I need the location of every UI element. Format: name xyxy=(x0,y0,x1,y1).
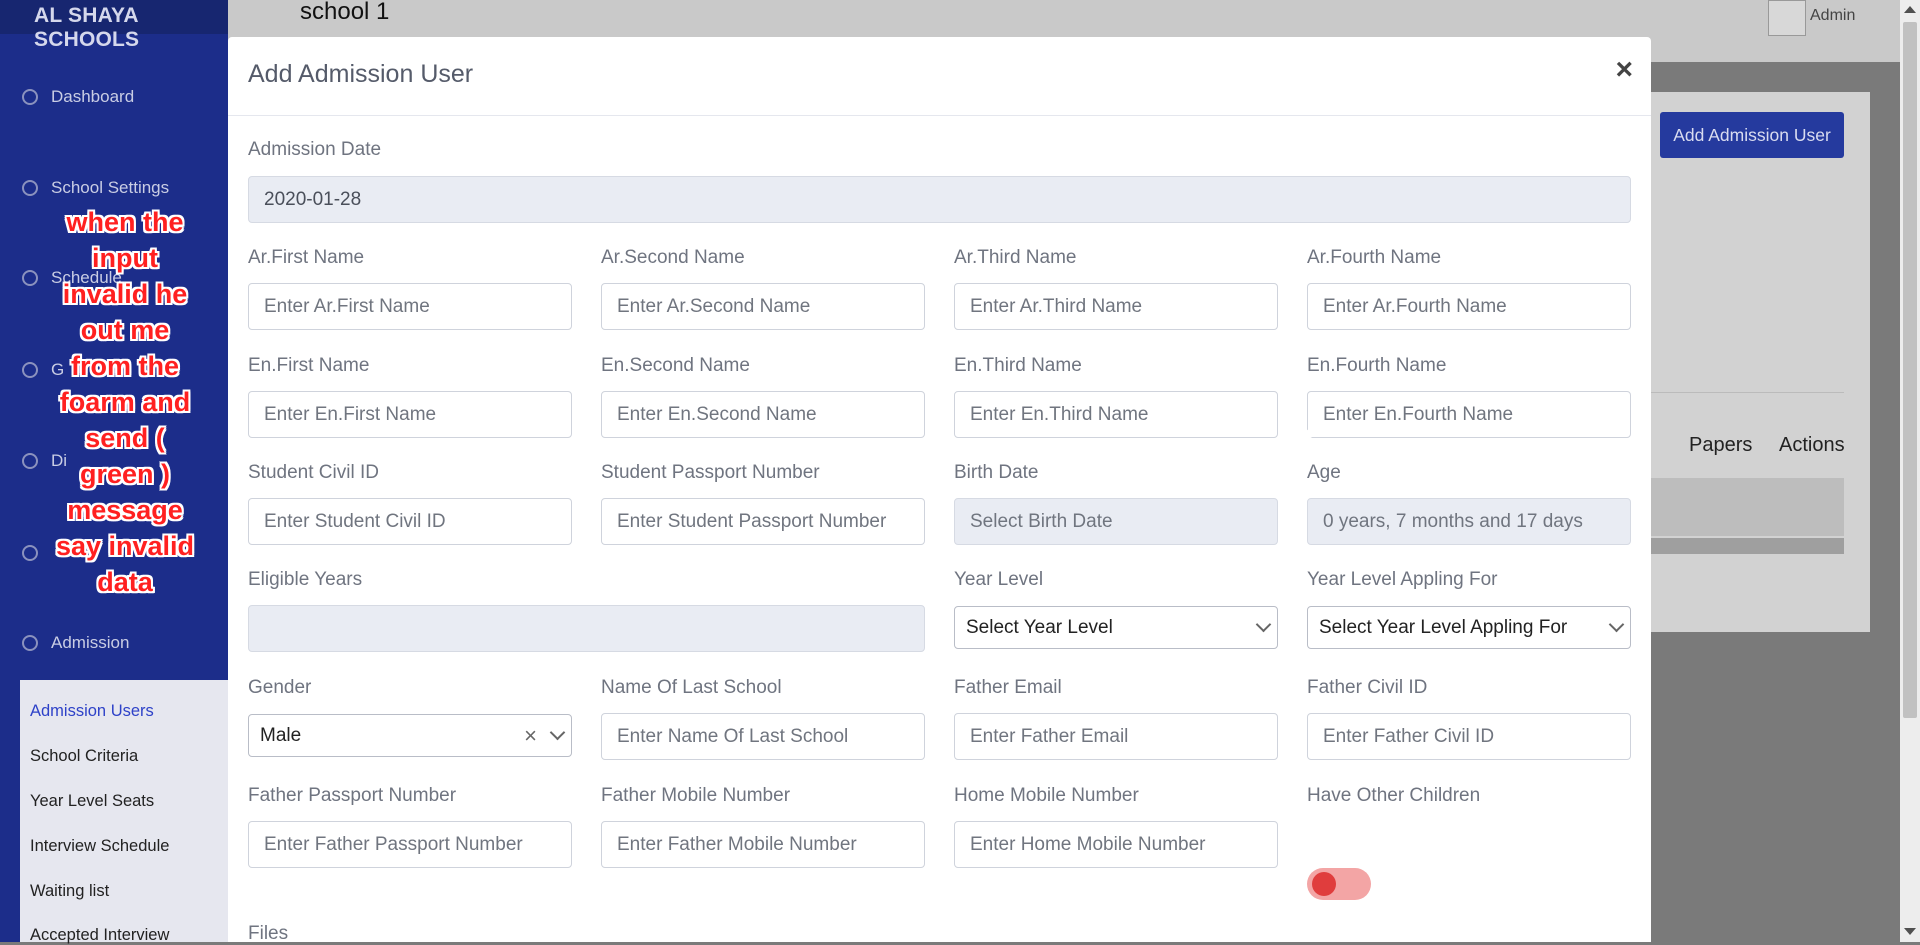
year-level-label: Year Level xyxy=(954,569,1044,590)
submenu-item-admission-users[interactable]: Admission Users xyxy=(30,702,154,721)
modal-title: Add Admission User xyxy=(248,60,474,88)
sidebar-item-dashboard[interactable]: Dashboard xyxy=(0,77,228,117)
table-scrollbar[interactable] xyxy=(1648,538,1844,554)
father-mobile-label: Father Mobile Number xyxy=(601,785,791,806)
sidebar-item-label: Admission xyxy=(51,633,130,652)
sidebar-item-admission[interactable]: Admission xyxy=(0,623,228,663)
year-level-select[interactable]: Select Year Level xyxy=(954,606,1278,649)
ar-third-name-input[interactable]: Enter Ar.Third Name xyxy=(954,283,1278,330)
admission-date-field[interactable]: 2020-01-28 xyxy=(248,176,1631,223)
en-second-name-label: En.Second Name xyxy=(601,355,750,376)
year-level-applying-select[interactable]: Select Year Level Appling For xyxy=(1307,606,1631,649)
table-header-cell: Actions xyxy=(1779,434,1845,456)
add-admission-user-button[interactable]: Add Admission User xyxy=(1660,112,1844,158)
father-email-input[interactable]: Enter Father Email xyxy=(954,713,1278,760)
en-first-name-input[interactable]: Enter En.First Name xyxy=(248,391,572,438)
avatar[interactable] xyxy=(1768,0,1806,36)
clear-icon[interactable]: × xyxy=(524,715,537,756)
home-mobile-input[interactable]: Enter Home Mobile Number xyxy=(954,821,1278,868)
year-level-selected: Select Year Level xyxy=(966,617,1113,638)
father-passport-label: Father Passport Number xyxy=(248,785,457,806)
eligible-years-field xyxy=(248,605,925,652)
year-level-applying-selected: Select Year Level Appling For xyxy=(1319,617,1568,638)
gender-label: Gender xyxy=(248,677,312,698)
table-header-cell: Papers xyxy=(1689,434,1753,456)
scrollbar-thumb[interactable] xyxy=(1903,22,1917,718)
submenu-item-year-level-seats[interactable]: Year Level Seats xyxy=(30,792,154,811)
student-civil-id-input[interactable]: Enter Student Civil ID xyxy=(248,498,572,545)
brand-title: AL SHAYA SCHOOLS xyxy=(0,0,228,51)
last-school-label: Name Of Last School xyxy=(601,677,782,698)
father-civil-id-label: Father Civil ID xyxy=(1307,677,1428,698)
calendar-icon xyxy=(22,270,38,286)
ar-fourth-name-input[interactable]: Enter Ar.Fourth Name xyxy=(1307,283,1631,330)
student-passport-input[interactable]: Enter Student Passport Number xyxy=(601,498,925,545)
submenu-item-waiting-list[interactable]: Waiting list xyxy=(30,882,109,901)
birth-date-picker[interactable]: Select Birth Date xyxy=(954,498,1278,545)
en-third-name-input[interactable]: Enter En.Third Name xyxy=(954,391,1278,438)
modal-header: Add Admission User × xyxy=(228,37,1651,116)
scroll-down-arrow-icon[interactable] xyxy=(1904,928,1916,935)
circle-icon xyxy=(22,453,38,469)
add-admission-user-modal: Add Admission User × Admission Date 2020… xyxy=(228,37,1651,944)
eligible-years-label: Eligible Years xyxy=(248,569,363,590)
gender-selected: Male xyxy=(260,725,302,746)
close-icon[interactable]: × xyxy=(1615,55,1633,85)
divider xyxy=(1648,392,1844,393)
submenu-item-interview-schedule[interactable]: Interview Schedule xyxy=(30,837,169,856)
father-civil-id-input[interactable]: Enter Father Civil ID xyxy=(1307,713,1631,760)
student-civil-id-label: Student Civil ID xyxy=(248,462,379,483)
ar-fourth-name-label: Ar.Fourth Name xyxy=(1307,247,1442,268)
last-school-input[interactable]: Enter Name Of Last School xyxy=(601,713,925,760)
dashboard-icon xyxy=(22,89,38,105)
chevron-down-icon xyxy=(1255,616,1272,633)
en-second-name-input[interactable]: Enter En.Second Name xyxy=(601,391,925,438)
admission-date-label: Admission Date xyxy=(248,139,382,160)
chevron-down-icon xyxy=(1608,616,1625,633)
toggle-knob xyxy=(1312,872,1336,896)
sidebar-item-school-settings[interactable]: School Settings xyxy=(0,168,228,208)
school-name: school 1 xyxy=(300,0,390,25)
gender-select[interactable]: Male × xyxy=(248,714,572,757)
student-passport-label: Student Passport Number xyxy=(601,462,820,483)
en-first-name-label: En.First Name xyxy=(248,355,370,376)
ar-second-name-input[interactable]: Enter Ar.Second Name xyxy=(601,283,925,330)
sidebar-item-label: Dashboard xyxy=(51,87,135,106)
en-third-name-label: En.Third Name xyxy=(954,355,1082,376)
book-icon xyxy=(22,362,38,378)
en-fourth-name-label: En.Fourth Name xyxy=(1307,355,1447,376)
scroll-up-arrow-icon[interactable] xyxy=(1904,6,1916,13)
ar-first-name-input[interactable]: Enter Ar.First Name xyxy=(248,283,572,330)
ar-second-name-label: Ar.Second Name xyxy=(601,247,745,268)
book-icon xyxy=(22,545,38,561)
ar-third-name-label: Ar.Third Name xyxy=(954,247,1077,268)
en-fourth-name-input[interactable]: Enter En.Fourth Name xyxy=(1307,391,1631,438)
user-menu-label[interactable]: Admin xyxy=(1810,7,1855,25)
submenu-item-school-criteria[interactable]: School Criteria xyxy=(30,747,138,766)
sidebar-item-label: School Settings xyxy=(51,178,170,197)
father-passport-input[interactable]: Enter Father Passport Number xyxy=(248,821,572,868)
home-mobile-label: Home Mobile Number xyxy=(954,785,1139,806)
other-children-label: Have Other Children xyxy=(1307,785,1481,806)
annotation-note: when the input invalid he out me from th… xyxy=(55,207,195,597)
sidebar: AL SHAYA SCHOOLS Dashboard School Settin… xyxy=(0,0,228,945)
user-icon xyxy=(22,635,38,651)
father-email-label: Father Email xyxy=(954,677,1062,698)
ar-first-name-label: Ar.First Name xyxy=(248,247,365,268)
submenu-item-accepted-interview[interactable]: Accepted Interview xyxy=(30,926,169,945)
gear-icon xyxy=(22,180,38,196)
age-label: Age xyxy=(1307,462,1341,483)
year-level-applying-label: Year Level Appling For xyxy=(1307,569,1498,590)
father-mobile-input[interactable]: Enter Father Mobile Number xyxy=(601,821,925,868)
other-children-toggle[interactable] xyxy=(1307,868,1371,900)
chevron-down-icon xyxy=(549,724,566,741)
age-field: 0 years, 7 months and 17 days xyxy=(1307,498,1631,545)
table-row xyxy=(1648,478,1844,536)
birth-date-label: Birth Date xyxy=(954,462,1039,483)
